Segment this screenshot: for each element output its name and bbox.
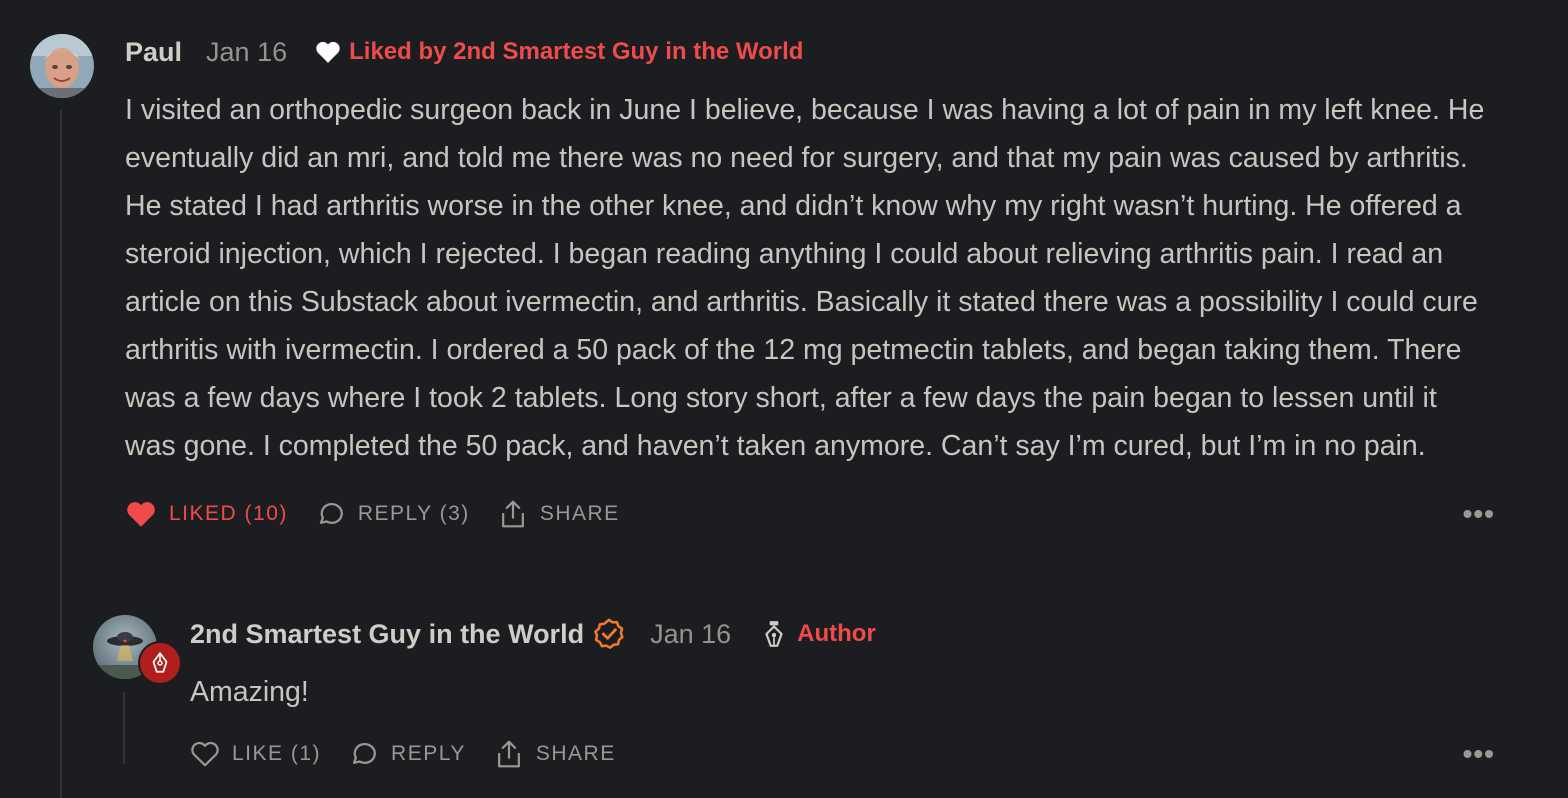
reply-actions: LIKE (1) REPLY SHARE ••• [190, 734, 1495, 774]
liked-by-badge: Liked by 2nd Smartest Guy in the World [315, 38, 803, 66]
reply-body: Amazing! [190, 676, 309, 708]
heart-icon [191, 741, 219, 767]
comment-bubble-icon [352, 742, 376, 764]
reply-comment: 2nd Smartest Guy in the World Jan 16 Aut… [190, 612, 1495, 774]
author-tag: Author [763, 620, 876, 648]
heart-icon [316, 41, 340, 63]
more-icon[interactable]: ••• [1463, 498, 1495, 530]
reply-button[interactable]: REPLY (3) [316, 499, 470, 529]
share-button[interactable]: SHARE [498, 498, 620, 530]
comment-bubble-icon [319, 502, 343, 524]
comment-author[interactable]: Paul [125, 37, 182, 68]
reply-author[interactable]: 2nd Smartest Guy in the World [190, 619, 584, 650]
comment-actions: LIKED (10) REPLY (3) SHARE ••• [125, 494, 1495, 534]
comment: Paul Jan 16 Liked by 2nd Smartest Guy in… [125, 30, 1495, 534]
reply-button[interactable]: REPLY [349, 739, 466, 769]
pen-nib-icon [138, 641, 182, 685]
share-button[interactable]: SHARE [494, 738, 616, 770]
share-icon [497, 740, 520, 768]
like-button[interactable]: LIKE (1) [190, 740, 321, 768]
comment-body: I visited an orthopedic surgeon back in … [125, 94, 1485, 462]
pen-nib-icon [765, 621, 783, 647]
reply-label: REPLY (3) [357, 502, 470, 525]
reply-header: 2nd Smartest Guy in the World Jan 16 Aut… [190, 612, 1495, 656]
more-icon[interactable]: ••• [1463, 738, 1495, 770]
share-label: SHARE [535, 742, 616, 765]
thread-line [123, 692, 125, 764]
reply-label: REPLY [391, 742, 466, 765]
share-icon [501, 500, 524, 528]
liked-by-label: Liked by 2nd Smartest Guy in the World [349, 38, 804, 65]
comment-header: Paul Jan 16 Liked by 2nd Smartest Guy in… [125, 30, 1495, 74]
heart-icon [127, 502, 155, 527]
verified-badge-icon [594, 618, 624, 649]
thread-line [60, 110, 62, 798]
like-button[interactable]: LIKED (10) [125, 500, 288, 528]
comment-date[interactable]: Jan 16 [206, 37, 287, 68]
like-label: LIKED (10) [169, 502, 288, 525]
author-tag-label: Author [797, 620, 876, 647]
share-label: SHARE [539, 502, 620, 525]
reply-date[interactable]: Jan 16 [650, 619, 731, 650]
like-label: LIKE (1) [232, 742, 322, 765]
avatar[interactable] [30, 34, 94, 98]
